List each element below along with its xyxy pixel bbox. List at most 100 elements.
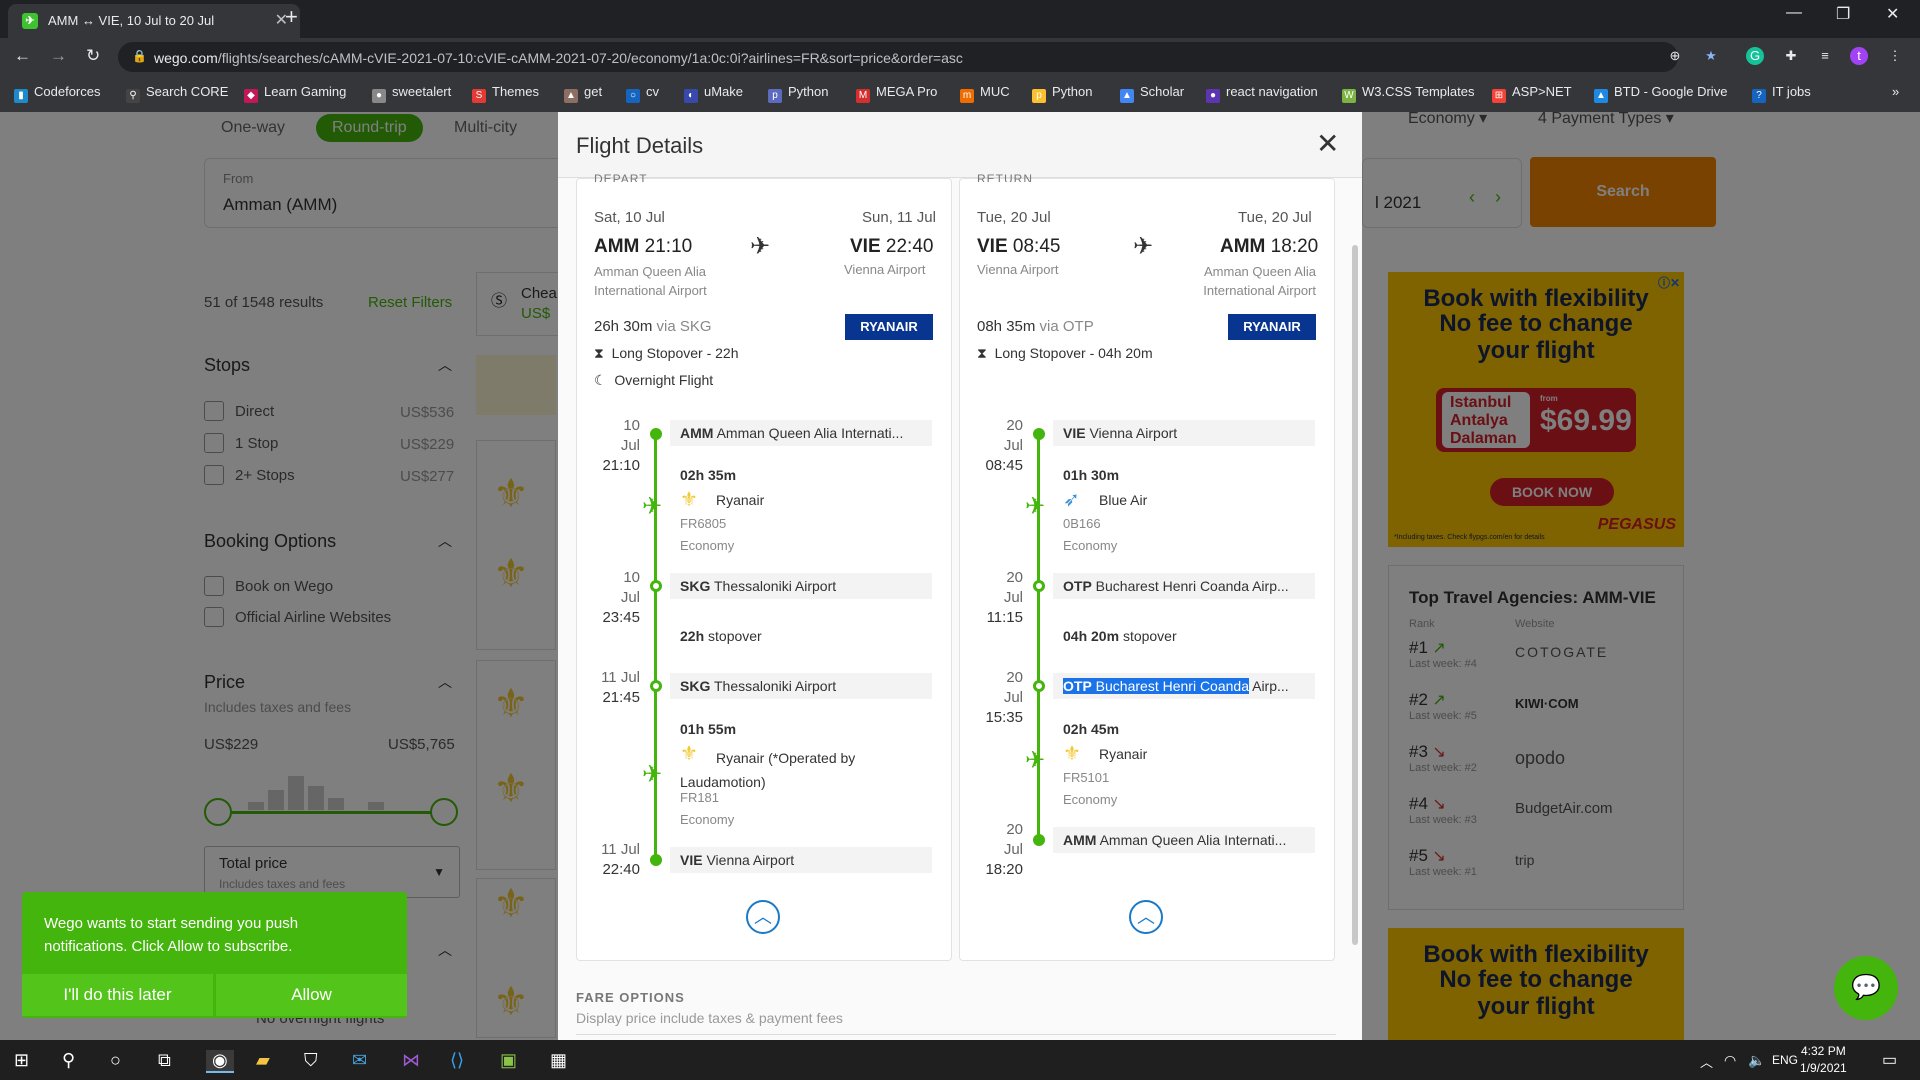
seg-flight: FR6805 — [680, 516, 727, 531]
collapse-depart-icon[interactable]: ︿ — [746, 900, 780, 934]
language-indicator[interactable]: ENG — [1772, 1053, 1798, 1067]
seg-duration: 02h 45m — [1063, 721, 1120, 737]
airplane-icon: ✈ — [1133, 233, 1154, 260]
timeline-dot — [1033, 834, 1045, 846]
seg-datetime: 20 Jul 11:15 — [986, 569, 1023, 626]
bookmark-item[interactable]: ○ cv — [626, 84, 659, 103]
seg-flight: FR5101 — [1063, 770, 1110, 785]
bookmark-item[interactable]: ▲ Scholar — [1120, 84, 1184, 103]
app-icon[interactable]: ▣ — [500, 1050, 517, 1071]
seg-stopover: 04h 20m stopover — [1063, 628, 1177, 644]
grammarly-icon[interactable]: G — [1746, 47, 1764, 65]
profile-avatar[interactable]: t — [1850, 47, 1868, 65]
star-icon[interactable]: ★ — [1702, 47, 1720, 65]
cortana-icon[interactable]: ○ — [110, 1050, 121, 1071]
depart-date-from: Sat, 10 Jul — [594, 209, 665, 226]
seg-airport: AMM Amman Queen Alia Internati... — [670, 420, 932, 446]
chat-icon[interactable]: 💬 — [1834, 956, 1898, 1020]
chrome-icon[interactable]: ◉ — [206, 1050, 234, 1073]
restore-icon[interactable]: ❐ — [1836, 4, 1850, 24]
wego-favicon-icon: ✈ — [22, 13, 38, 29]
blue-air-bird-icon: ➶ — [1063, 489, 1080, 511]
bookmark-item[interactable]: S Themes — [472, 84, 539, 103]
modal-scrollbar[interactable] — [1352, 245, 1358, 945]
depart-to-time: VIE 22:40 — [850, 236, 934, 257]
bookmark-item[interactable]: ▮ Codeforces — [14, 84, 100, 103]
close-window-icon[interactable]: ✕ — [1886, 4, 1899, 24]
bookmark-item[interactable]: ▲ BTD - Google Drive — [1594, 84, 1727, 103]
bookmarks-overflow-icon[interactable]: » — [1892, 84, 1899, 99]
close-modal-icon[interactable]: ✕ — [1316, 130, 1339, 158]
visual-studio-icon[interactable]: ⋈ — [402, 1050, 420, 1071]
task-view-icon[interactable]: ⧉ — [158, 1050, 171, 1071]
depart-heading: DEPART — [594, 172, 648, 182]
bookmark-item[interactable]: ◐ uMake — [684, 84, 743, 103]
collapse-return-icon[interactable]: ︿ — [1129, 900, 1163, 934]
return-date-from: Tue, 20 Jul — [977, 209, 1051, 226]
plane-icon: ✈ — [642, 493, 663, 520]
modal-title: Flight Details — [576, 133, 704, 158]
seg-stopover: 22h stopover — [680, 628, 762, 644]
address-bar[interactable]: 🔒 wego.com/flights/searches/cAMM-cVIE-20… — [118, 42, 1678, 72]
bookmark-item[interactable]: ? IT jobs — [1752, 84, 1811, 103]
bookmark-item[interactable]: ◆ Learn Gaming — [244, 84, 346, 103]
timeline-dot — [1033, 680, 1045, 692]
bookmark-item[interactable]: ⚲ Search CORE — [126, 84, 228, 103]
search-icon[interactable]: ⚲ — [62, 1050, 75, 1071]
reload-icon[interactable]: ↻ — [86, 46, 100, 66]
notifications-icon[interactable]: ▭ — [1882, 1050, 1897, 1070]
later-button[interactable]: I'll do this later — [22, 974, 213, 1016]
calculator-icon[interactable]: ▦ — [550, 1050, 567, 1071]
seg-datetime: 20 Jul 15:35 — [985, 669, 1023, 726]
seg-airport: VIE Vienna Airport — [1053, 420, 1315, 446]
depart-from-time: AMM 21:10 — [594, 236, 693, 257]
seg-cabin: Economy — [680, 538, 735, 553]
bookmark-item[interactable]: ▲ get — [564, 84, 602, 103]
menu-icon[interactable]: ⋮ — [1886, 47, 1904, 65]
vscode-icon[interactable]: ⟨⟩ — [450, 1050, 464, 1071]
new-tab-icon[interactable]: + — [285, 4, 298, 30]
bookmark-item[interactable]: M MEGA Pro — [856, 84, 937, 103]
seg-airport-selected: OTP Bucharest Henri Coanda Airp... — [1053, 673, 1315, 699]
bookmark-item[interactable]: m MUC — [960, 84, 1010, 103]
seg-airport: OTP Bucharest Henri Coanda Airp... — [1053, 573, 1315, 599]
forward-icon[interactable]: → — [50, 46, 67, 66]
bookmark-item[interactable]: ● sweetalert — [372, 84, 451, 103]
bookmark-item[interactable]: p Python — [768, 84, 828, 103]
plane-icon: ✈ — [1025, 493, 1046, 520]
seg-duration: 02h 35m — [680, 467, 737, 483]
url-host: wego.com — [154, 50, 218, 66]
bookmark-item[interactable]: p Python — [1032, 84, 1092, 103]
return-to-airport: Amman Queen Alia International Airport — [1203, 264, 1316, 298]
depart-note: ⧗ Long Stopover - 22h — [594, 345, 739, 361]
seg-datetime: 10 Jul 21:10 — [602, 417, 640, 474]
bookmark-item[interactable]: ⊞ ASP>NET — [1492, 84, 1572, 103]
moon-icon: ☾ — [594, 372, 607, 388]
back-icon[interactable]: ← — [14, 46, 31, 66]
fare-options-subtitle: Display price include taxes & payment fe… — [576, 1010, 843, 1026]
browser-tab[interactable]: ✈ AMM ↔ VIE, 10 Jul to 20 Jul ✕ — [8, 4, 300, 38]
windows-start-icon[interactable]: ⊞ — [14, 1050, 29, 1071]
file-explorer-icon[interactable]: ▰ — [256, 1050, 270, 1071]
system-clock[interactable]: 4:32 PM 1/9/2021 — [1800, 1043, 1847, 1077]
store-icon[interactable]: ⛉ — [304, 1050, 318, 1071]
bookmarks-bar: ▮ Codeforces ⚲ Search CORE ◆ Learn Gaming ●… — [0, 76, 1920, 112]
wifi-icon[interactable]: ◠ — [1724, 1052, 1736, 1069]
reading-list-icon[interactable]: ≡ — [1816, 47, 1834, 65]
install-icon[interactable]: ⊕ — [1666, 47, 1684, 65]
bookmark-item[interactable]: ● react navigation — [1206, 84, 1318, 103]
bookmark-item[interactable]: W W3.CSS Templates — [1342, 84, 1474, 103]
seg-airline: Blue Air — [1099, 492, 1148, 508]
return-note: ⧗ Long Stopover - 04h 20m — [977, 345, 1153, 361]
minimize-icon[interactable]: — — [1786, 4, 1802, 22]
timeline-dot — [650, 854, 662, 866]
volume-icon[interactable]: 🔈 — [1748, 1052, 1765, 1069]
tray-chevron-icon[interactable]: ︿ — [1700, 1052, 1713, 1071]
hourglass-icon: ⧗ — [594, 345, 604, 361]
mail-icon[interactable]: ✉ — [352, 1050, 367, 1071]
allow-button[interactable]: Allow — [216, 974, 407, 1016]
extensions-icon[interactable]: ✚ — [1782, 47, 1800, 65]
return-date-to: Tue, 20 Jul — [1238, 209, 1312, 226]
timeline-dot — [650, 428, 662, 440]
url-path: /flights/searches/cAMM-cVIE-2021-07-10:c… — [217, 50, 963, 66]
